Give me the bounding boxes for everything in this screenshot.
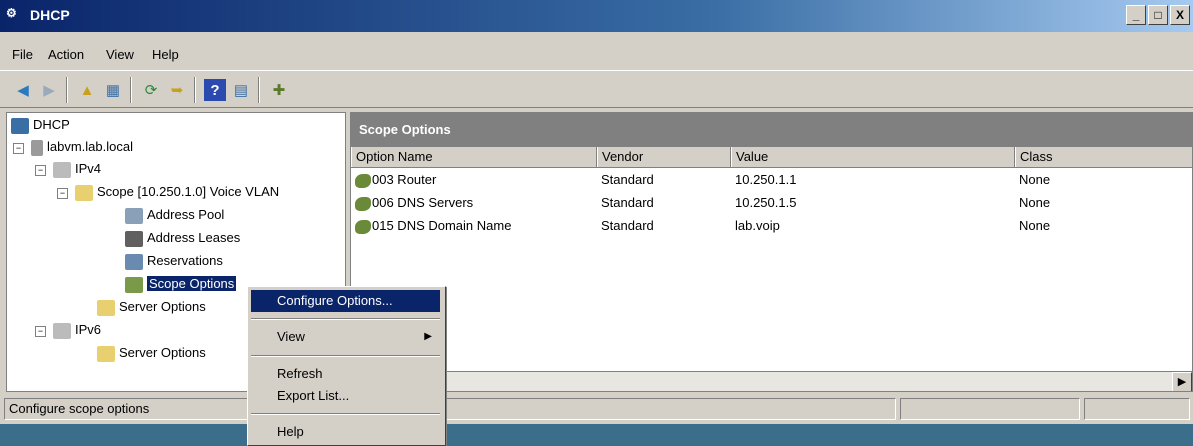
- column-headers: Option Name Vendor Value Class: [351, 147, 1192, 168]
- tree-item-server-options-v4[interactable]: Server Options: [97, 297, 206, 317]
- server-icon: [31, 139, 43, 156]
- tree-item-address-leases[interactable]: Address Leases: [125, 228, 240, 248]
- back-icon[interactable]: ◀: [12, 79, 34, 101]
- server-options-icon: [97, 345, 115, 362]
- status-text: Configure scope options: [4, 398, 896, 420]
- minimize-button[interactable]: _: [1126, 5, 1146, 25]
- address-leases-icon: [125, 230, 143, 247]
- forward-icon[interactable]: ▶: [38, 79, 60, 101]
- menu-view[interactable]: View: [106, 47, 134, 62]
- dhcp-icon: [11, 117, 29, 134]
- add-server-icon[interactable]: ✚: [268, 79, 290, 101]
- option-icon: [355, 196, 371, 211]
- tree-item-ipv6[interactable]: IPv6: [53, 320, 101, 340]
- tree-item-scope-options[interactable]: Scope Options: [125, 274, 237, 294]
- properties-icon[interactable]: ▤: [230, 79, 252, 101]
- collapse-icon[interactable]: −: [35, 326, 46, 337]
- status-panel: [1084, 398, 1190, 420]
- column-option-name[interactable]: Option Name: [351, 147, 597, 167]
- menu-separator: [251, 413, 440, 415]
- scope-options-icon: [125, 276, 143, 293]
- menu-help[interactable]: Help: [152, 47, 179, 62]
- refresh-icon[interactable]: ⟳: [140, 79, 162, 101]
- toolbar: ◀ ▶ ▲ ▦ ⟳ ➥ ? ▤ ✚: [0, 70, 1193, 108]
- toolbar-separator: [194, 77, 196, 103]
- table-row[interactable]: 015 DNS Domain Name Standard lab.voip No…: [351, 214, 1192, 237]
- submenu-arrow-icon: ▶: [424, 331, 432, 342]
- folder-icon: [75, 184, 93, 201]
- menu-bar: File Action View Help: [0, 44, 1193, 66]
- collapse-icon[interactable]: −: [13, 143, 24, 154]
- dhcp-window: ⚙ DHCP _ □ X File Action View Help ◀ ▶ ▲…: [0, 0, 1193, 424]
- ipv4-icon: [53, 161, 71, 178]
- column-class[interactable]: Class: [1015, 147, 1192, 167]
- menu-action[interactable]: Action: [48, 47, 84, 62]
- menu-separator: [251, 355, 440, 357]
- details-pane: Scope Options Option Name Vendor Value C…: [350, 112, 1193, 392]
- collapse-icon[interactable]: −: [35, 165, 46, 176]
- horizontal-scrollbar[interactable]: ▶: [447, 371, 1192, 391]
- tree-item-ipv4[interactable]: IPv4: [53, 159, 101, 179]
- help-icon[interactable]: ?: [204, 79, 226, 101]
- tree-item-address-pool[interactable]: Address Pool: [125, 205, 224, 225]
- dhcp-icon: ⚙: [6, 6, 17, 20]
- export-list-icon[interactable]: ➥: [166, 79, 188, 101]
- show-hide-tree-icon[interactable]: ▦: [102, 79, 124, 101]
- collapse-icon[interactable]: −: [57, 188, 68, 199]
- menu-separator: [251, 318, 440, 320]
- menu-item-help[interactable]: Help: [251, 421, 440, 443]
- toolbar-separator: [66, 77, 68, 103]
- address-pool-icon: [125, 207, 143, 224]
- tree-item-dhcp[interactable]: DHCP: [11, 115, 70, 135]
- column-vendor[interactable]: Vendor: [597, 147, 731, 167]
- option-icon: [355, 219, 371, 234]
- table-row[interactable]: 003 Router Standard 10.250.1.1 None: [351, 168, 1192, 191]
- close-button[interactable]: X: [1170, 5, 1190, 25]
- menu-item-view[interactable]: View ▶: [251, 326, 440, 348]
- title-bar[interactable]: ⚙ DHCP _ □ X: [0, 0, 1193, 32]
- toolbar-separator: [258, 77, 260, 103]
- toolbar-separator: [130, 77, 132, 103]
- menu-item-export-list[interactable]: Export List...: [251, 385, 440, 407]
- details-header: Scope Options: [351, 113, 1192, 147]
- context-menu: Configure Options... View ▶ Refresh Expo…: [247, 286, 446, 446]
- server-options-icon: [97, 299, 115, 316]
- status-bar: Configure scope options: [0, 396, 1193, 422]
- option-icon: [355, 173, 371, 188]
- tree-item-server-options-v6[interactable]: Server Options: [97, 343, 206, 363]
- table-row[interactable]: 006 DNS Servers Standard 10.250.1.5 None: [351, 191, 1192, 214]
- menu-item-configure-options[interactable]: Configure Options...: [251, 290, 440, 312]
- scroll-right-icon[interactable]: ▶: [1172, 372, 1192, 391]
- reservations-icon: [125, 253, 143, 270]
- tree-item-reservations[interactable]: Reservations: [125, 251, 223, 271]
- up-folder-icon[interactable]: ▲: [76, 79, 98, 101]
- tree-item-server[interactable]: labvm.lab.local: [31, 137, 133, 157]
- tree-item-scope[interactable]: Scope [10.250.1.0] Voice VLAN: [75, 182, 279, 202]
- column-value[interactable]: Value: [731, 147, 1015, 167]
- menu-item-refresh[interactable]: Refresh: [251, 363, 440, 385]
- menu-file[interactable]: File: [12, 47, 33, 62]
- ipv6-icon: [53, 322, 71, 339]
- window-title: DHCP: [30, 7, 70, 23]
- status-panel: [900, 398, 1080, 420]
- maximize-button[interactable]: □: [1148, 5, 1168, 25]
